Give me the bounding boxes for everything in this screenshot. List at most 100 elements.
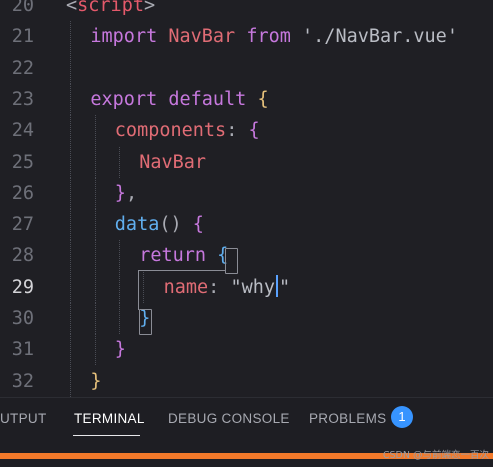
line-number: 20	[11, 0, 34, 16]
indent-guide	[70, 365, 72, 397]
line-number: 26	[11, 182, 34, 204]
line-number: 28	[11, 245, 34, 267]
code-token: "	[279, 276, 291, 298]
indent-guide	[95, 240, 97, 272]
code-token: >	[143, 0, 156, 16]
code-token: }	[90, 370, 102, 392]
tab-problems[interactable]: PROBLEMS	[309, 411, 386, 426]
indent-guide	[119, 303, 121, 334]
indent-guide	[70, 334, 72, 366]
code-line[interactable]: 28 return {	[0, 240, 493, 272]
line-number: 30	[11, 308, 34, 329]
indent-guide	[95, 303, 97, 334]
indent-guide	[70, 52, 72, 84]
indent-guide	[119, 240, 121, 272]
line-number: 24	[11, 120, 34, 142]
code-line[interactable]: 29 name: "why "	[0, 271, 493, 303]
code-token: return	[139, 245, 207, 267]
code-token: "why	[230, 276, 275, 298]
code-token: default	[168, 88, 247, 110]
code-line[interactable]: 27 data() {	[0, 209, 493, 241]
code-text: },	[115, 178, 137, 209]
code-text: components: {	[115, 115, 260, 146]
code-token: ()	[159, 214, 182, 236]
code-token: './NavBar.vue'	[302, 26, 458, 48]
line-number: 32	[11, 370, 34, 392]
code-text: return {	[139, 240, 228, 271]
tab-terminal[interactable]: TERMINAL	[74, 411, 145, 426]
indent-guide	[95, 146, 97, 178]
indent-guide	[70, 209, 72, 241]
code-line[interactable]: 25 NavBar	[0, 146, 493, 178]
code-token: components	[114, 120, 227, 142]
code-line[interactable]: 32}	[0, 365, 493, 397]
code-editor[interactable]: 20 <script> 21 import NavBar from './NavBar…	[0, 0, 493, 397]
line-number: 25	[11, 151, 34, 173]
line-number: 21	[11, 26, 34, 48]
bracket-match-highlight	[139, 309, 152, 335]
code-line[interactable]: 26},	[0, 177, 493, 209]
code-text: export default {	[90, 84, 268, 115]
code-token: {	[192, 214, 204, 236]
code-line[interactable]: 20 <script>	[0, 0, 493, 21]
code-line[interactable]: 21 import NavBar from './NavBar.vue'	[0, 21, 493, 53]
code-token: {	[248, 120, 260, 142]
problems-count-badge: 1	[391, 406, 413, 428]
code-token: data	[114, 214, 160, 236]
indent-guide	[143, 271, 145, 303]
code-token: }	[114, 339, 126, 361]
indent-guide	[95, 209, 97, 241]
bracket-scope-outline	[138, 270, 139, 310]
code-token: :	[208, 276, 220, 298]
bracket-match-highlight	[225, 248, 238, 274]
bracket-scope-outline	[138, 270, 226, 271]
code-token: }	[114, 182, 126, 204]
line-number: 23	[11, 88, 34, 110]
indent-guide	[70, 240, 72, 272]
code-token: name	[163, 276, 209, 298]
tab-debug-console[interactable]: DEBUG CONSOLE	[168, 411, 290, 426]
bottom-panel: UTPUT TERMINAL DEBUG CONSOLE PROBLEMS 1	[0, 397, 493, 454]
code-token: import	[90, 26, 158, 48]
code-text: }	[115, 334, 126, 365]
code-text: import NavBar from './NavBar.vue'	[90, 21, 458, 52]
code-text: data() {	[115, 209, 204, 240]
indent-guide	[70, 115, 72, 147]
code-line[interactable]: 31}	[0, 334, 493, 366]
code-token: NavBar	[139, 151, 207, 173]
text-cursor	[276, 274, 278, 297]
code-line[interactable]: 23 export default {	[0, 83, 493, 115]
line-number: 27	[11, 214, 34, 236]
indent-guide	[70, 21, 72, 53]
indent-guide	[70, 271, 72, 303]
code-token: export	[90, 88, 158, 110]
code-line[interactable]: 22	[0, 52, 493, 84]
code-token: from	[246, 26, 291, 48]
code-token: :	[226, 120, 238, 142]
indent-guide	[119, 146, 121, 178]
tab-output[interactable]: UTPUT	[0, 411, 47, 426]
code-line[interactable]: 30}	[0, 303, 493, 334]
indent-guide	[70, 146, 72, 178]
code-token: {	[257, 88, 269, 110]
code-token: ,	[125, 182, 138, 204]
indent-guide	[70, 177, 72, 209]
code-line[interactable]: 24 components: {	[0, 115, 493, 147]
indent-guide	[95, 177, 97, 209]
line-number: 22	[11, 57, 34, 79]
code-text: <script>	[66, 0, 155, 21]
active-tab-indicator	[73, 435, 140, 436]
code-token: script	[77, 0, 144, 16]
indent-guide	[70, 83, 72, 115]
indent-guide	[119, 271, 121, 303]
line-number: 29	[11, 276, 34, 298]
line-number: 31	[11, 339, 34, 361]
